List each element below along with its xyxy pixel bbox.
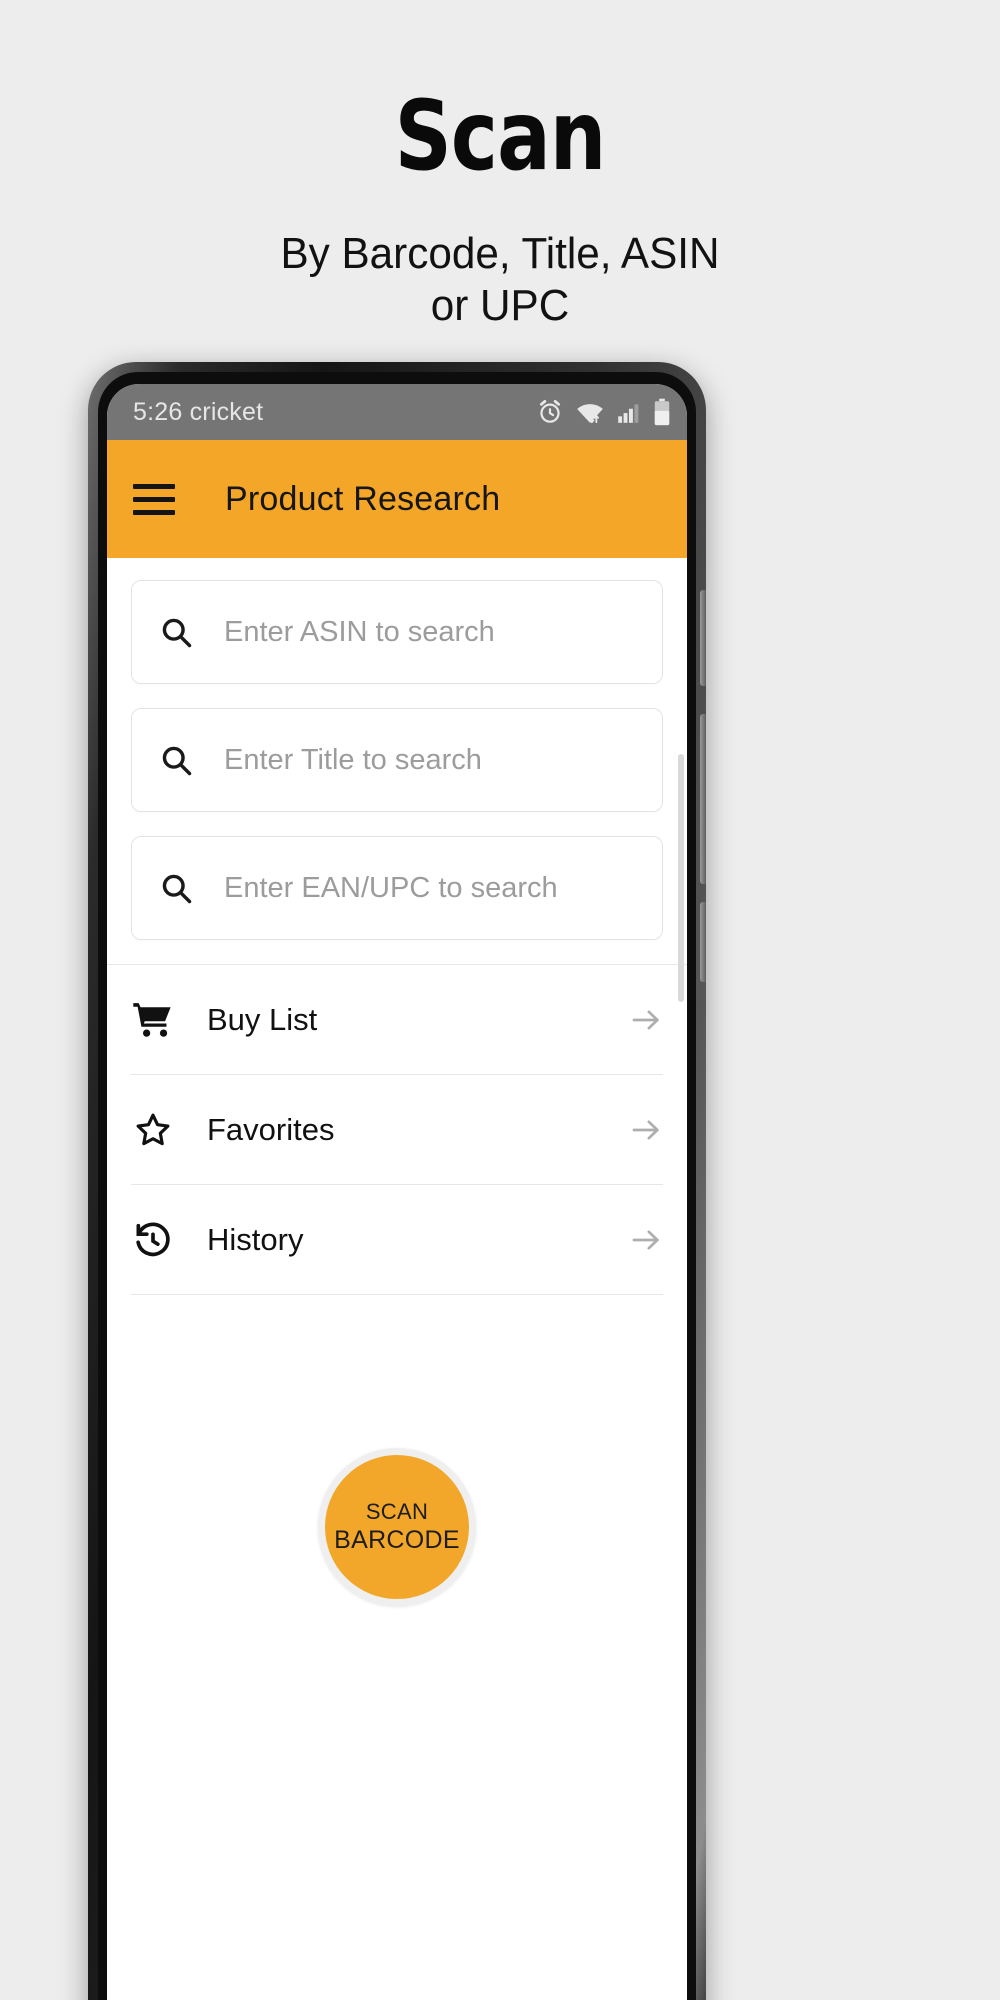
wifi-icon bbox=[575, 398, 605, 426]
menu-row-buy-list-label: Buy List bbox=[207, 1001, 318, 1037]
status-bar-icons bbox=[536, 398, 671, 426]
app-store-promo-screenshot: Scan By Barcode, Title, ASIN or UPC 5:26… bbox=[0, 0, 1000, 2000]
menu-row-favorites-label: Favorites bbox=[207, 1111, 335, 1147]
phone-side-button-power[interactable] bbox=[700, 902, 706, 982]
page-title: Scan bbox=[394, 80, 607, 192]
app-bar: Product Research bbox=[107, 440, 687, 558]
phone-mockup: 5:26 cricket Product Research Enter ASIN… bbox=[88, 362, 706, 2000]
menu-list: Buy List Favorites History bbox=[107, 964, 687, 1295]
star-outline-icon bbox=[131, 1108, 175, 1152]
search-icon bbox=[158, 742, 194, 778]
app-bar-title: Product Research bbox=[225, 479, 501, 518]
status-bar-time-carrier: 5:26 cricket bbox=[133, 397, 264, 426]
scrollbar[interactable] bbox=[678, 754, 684, 1002]
phone-side-button-volume-down[interactable] bbox=[700, 714, 706, 884]
menu-row-favorites[interactable]: Favorites bbox=[131, 1075, 663, 1185]
promo-subtitle-line-1: By Barcode, Title, ASIN bbox=[280, 229, 720, 278]
scan-button-container: SCAN BARCODE bbox=[107, 1448, 687, 1606]
search-icon bbox=[158, 614, 194, 650]
promo-subtitle-line-2: or UPC bbox=[430, 280, 570, 330]
scan-button-line-1: SCAN bbox=[365, 1498, 429, 1524]
status-bar: 5:26 cricket bbox=[107, 384, 687, 440]
arrow-right-icon bbox=[629, 1003, 663, 1037]
search-input-title-placeholder: Enter Title to search bbox=[224, 743, 482, 776]
promo-subtitle: By Barcode, Title, ASIN or UPC bbox=[20, 228, 980, 332]
battery-icon bbox=[653, 398, 671, 426]
arrow-right-icon bbox=[629, 1113, 663, 1147]
menu-row-history[interactable]: History bbox=[131, 1185, 663, 1295]
signal-icon bbox=[616, 399, 642, 425]
search-icon bbox=[158, 870, 194, 906]
search-input-ean-upc[interactable]: Enter EAN/UPC to search bbox=[131, 836, 663, 940]
arrow-right-icon bbox=[629, 1223, 663, 1257]
menu-row-history-label: History bbox=[207, 1221, 304, 1257]
alarm-icon bbox=[536, 398, 564, 426]
search-input-title[interactable]: Enter Title to search bbox=[131, 708, 663, 812]
search-input-ean-upc-placeholder: Enter EAN/UPC to search bbox=[224, 871, 558, 904]
search-input-asin-placeholder: Enter ASIN to search bbox=[224, 615, 495, 648]
shopping-cart-icon bbox=[131, 998, 175, 1042]
screen-content: Enter ASIN to search Enter Title to sear… bbox=[107, 558, 687, 2000]
phone-side-button-volume-up[interactable] bbox=[700, 590, 706, 686]
history-icon bbox=[131, 1218, 175, 1262]
promo-header: Scan By Barcode, Title, ASIN or UPC bbox=[0, 0, 1000, 332]
menu-row-buy-list[interactable]: Buy List bbox=[131, 965, 663, 1075]
search-input-asin[interactable]: Enter ASIN to search bbox=[131, 580, 663, 684]
hamburger-menu-icon[interactable] bbox=[133, 483, 175, 515]
phone-screen: 5:26 cricket Product Research Enter ASIN… bbox=[107, 384, 687, 2000]
scan-barcode-button[interactable]: SCAN BARCODE bbox=[318, 1448, 476, 1606]
scan-button-line-2: BARCODE bbox=[334, 1526, 460, 1555]
